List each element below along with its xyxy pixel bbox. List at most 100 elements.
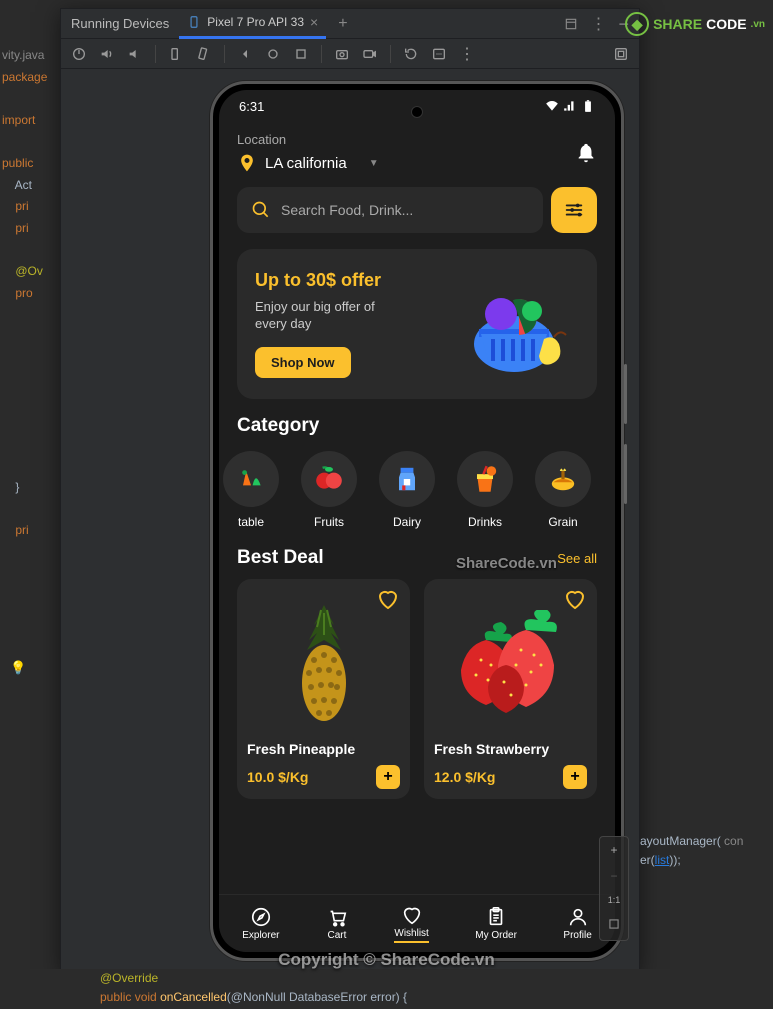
rotate-left-icon[interactable] [168,46,184,62]
step-icon[interactable] [403,46,419,62]
fruits-icon [301,451,357,507]
heart-icon [401,904,423,926]
shop-now-button[interactable]: Shop Now [255,347,351,378]
watermark-copyright: Copyright © ShareCode.vn [0,950,773,970]
category-item[interactable]: Fruits [301,451,357,529]
battery-icon [581,99,595,113]
clipboard-icon [485,906,507,928]
basket-illustration [459,269,579,379]
extended-controls-icon[interactable] [431,46,447,62]
promo-banner[interactable]: Up to 30$ offer Enjoy our big offer of e… [237,249,597,399]
add-to-cart-button[interactable]: + [563,765,587,789]
nav-label: Cart [327,930,346,941]
sharecode-logo: ◆ SHARECODE.vn [625,12,765,36]
promo-title: Up to 30$ offer [255,270,395,291]
notification-bell-icon[interactable] [575,142,597,164]
nav-explorer[interactable]: Explorer [242,906,279,941]
location-pin-icon [237,153,257,173]
product-card[interactable]: Fresh Strawberry 12.0 $/Kg + [424,579,597,799]
nav-wishlist[interactable]: Wishlist [394,904,428,943]
vegetable-icon [223,451,279,507]
sliders-icon [563,199,585,221]
signal-icon [563,99,577,113]
window-icon[interactable] [564,17,578,31]
overview-icon[interactable] [293,46,309,62]
lightbulb-icon[interactable]: 💡 [10,660,26,676]
compass-icon [250,906,272,928]
category-item[interactable]: Grain [535,451,591,529]
category-item[interactable]: Dairy [379,451,435,529]
see-all-link[interactable]: See all [557,551,597,566]
nav-label: Explorer [242,930,279,941]
dairy-icon [379,451,435,507]
zoom-fit-button[interactable] [607,911,621,940]
code-bottom: @Override public void onCancelled(@NonNu… [0,969,773,1009]
category-item[interactable]: table [223,451,279,529]
search-icon [251,200,271,220]
add-to-cart-button[interactable]: + [376,765,400,789]
wifi-icon [545,99,559,113]
camera-notch [411,106,423,118]
category-label: Grain [548,515,577,529]
close-icon[interactable]: × [310,14,318,30]
category-label: Dairy [393,515,421,529]
location-selector[interactable]: LA california ▼ [237,153,379,173]
home-icon[interactable] [265,46,281,62]
location-value: LA california [265,155,347,172]
bottom-navigation: Explorer Cart Wishlist My Order [219,894,615,952]
zoom-out-button[interactable]: − [610,863,617,889]
search-field[interactable] [237,187,543,233]
nav-cart[interactable]: Cart [326,906,348,941]
screenshot-icon[interactable] [334,46,350,62]
zoom-in-button[interactable]: + [610,837,617,863]
search-input[interactable] [281,202,529,218]
heart-icon[interactable] [563,587,587,611]
layout-inspector-icon[interactable] [613,46,629,62]
power-icon[interactable] [71,46,87,62]
category-heading: Category [237,415,597,437]
strawberry-image [434,589,587,741]
heart-icon[interactable] [376,587,400,611]
running-devices-panel: Running Devices Pixel 7 Pro API 33 × + ⋮… [60,8,640,972]
volume-up-icon[interactable] [99,46,115,62]
location-label: Location [237,132,379,147]
category-item[interactable]: Drinks [457,451,513,529]
user-icon [567,906,589,928]
add-device-icon[interactable]: + [338,15,347,33]
screen-record-icon[interactable] [362,46,378,62]
product-price: 12.0 $/Kg [434,769,495,785]
cart-icon [326,906,348,928]
pineapple-image [247,589,400,741]
grain-icon [535,451,591,507]
device-tab[interactable]: Pixel 7 Pro API 33 × [179,9,326,39]
emulator-toolbar: ⋮ [61,39,639,69]
volume-down-icon[interactable] [127,46,143,62]
nav-myorder[interactable]: My Order [475,906,517,941]
more-icon[interactable]: ⋮ [590,14,606,34]
zoom-controls: + − 1:1 [599,836,629,941]
promo-subtitle: Enjoy our big offer of every day [255,299,395,333]
back-icon[interactable] [237,46,253,62]
zoom-ratio[interactable]: 1:1 [608,889,621,911]
product-card[interactable]: Fresh Pineapple 10.0 $/Kg + [237,579,410,799]
filter-button[interactable] [551,187,597,233]
nav-label: Wishlist [394,928,428,939]
category-label: Fruits [314,515,344,529]
toolbar-more-icon[interactable]: ⋮ [459,44,475,64]
category-list[interactable]: table Fruits Dairy [223,451,597,529]
nav-profile[interactable]: Profile [563,906,591,941]
category-label: Drinks [468,515,502,529]
bestdeal-heading: Best Deal [237,547,324,569]
code-fragment: ayoutManager( con er(list)); [640,832,743,870]
product-name: Fresh Strawberry [434,741,587,757]
phone-frame: 6:31 Location LA california [210,81,624,961]
product-name: Fresh Pineapple [247,741,400,757]
drinks-icon [457,451,513,507]
nav-label: Profile [563,930,591,941]
watermark-mid: ShareCode.vn [456,555,557,572]
panel-title: Running Devices [71,16,169,31]
chevron-down-icon: ▼ [369,158,379,169]
status-time: 6:31 [239,99,264,114]
category-label: table [238,515,264,529]
rotate-right-icon[interactable] [196,46,212,62]
